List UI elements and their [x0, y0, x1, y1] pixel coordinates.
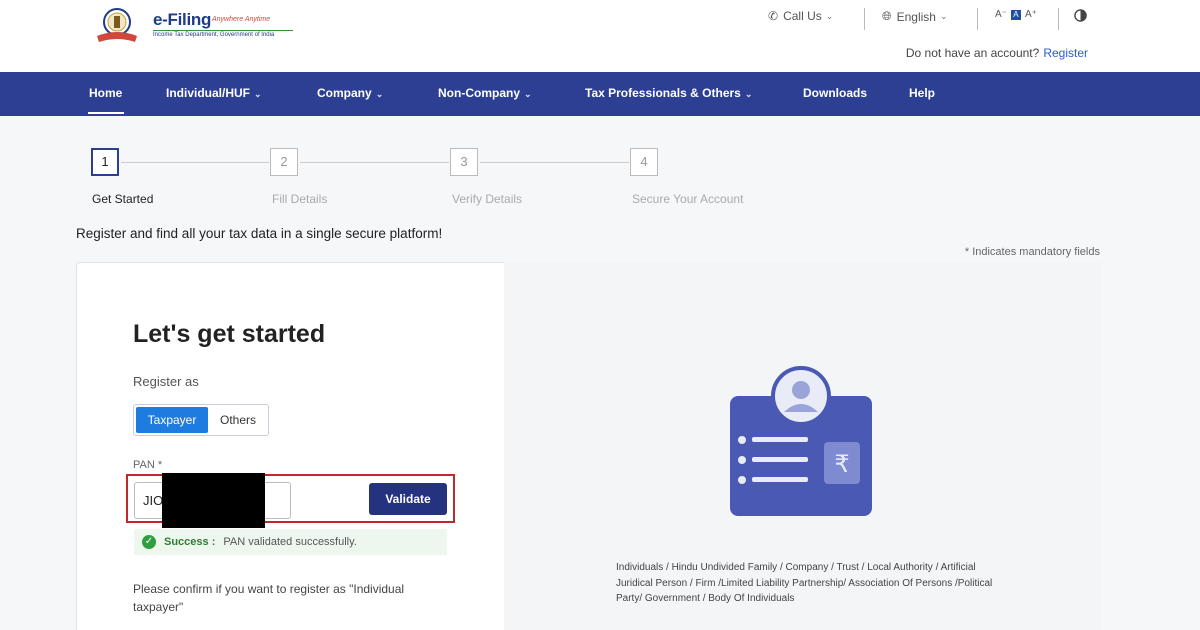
others-option[interactable]: Others — [210, 407, 266, 433]
redaction-block — [162, 473, 265, 528]
font-decrease-button[interactable]: A⁻ — [995, 9, 1007, 20]
main-nav: Home Individual/HUF ⌄ Company ⌄ Non-Compan… — [0, 72, 1200, 116]
brand-title: e-Filing — [153, 10, 212, 29]
taxpayer-option[interactable]: Taxpayer — [136, 407, 208, 433]
nav-individual-huf[interactable]: Individual/HUF ⌄ — [166, 86, 262, 100]
call-us-label: Call Us — [783, 9, 822, 23]
nav-help[interactable]: Help — [909, 86, 935, 100]
chevron-down-icon: ⌄ — [254, 89, 262, 99]
no-account-text: Do not have an account? — [905, 46, 1040, 60]
nav-downloads[interactable]: Downloads — [803, 86, 867, 100]
nav-home-label: Home — [89, 86, 123, 100]
contrast-toggle[interactable] — [1074, 9, 1087, 22]
page-title: Let's get started — [133, 320, 326, 348]
font-size-controls: A⁻ A A⁺ — [995, 9, 1037, 20]
svg-text:₹: ₹ — [834, 450, 849, 478]
success-message: ✓ Success : PAN validated successfully. — [134, 529, 447, 555]
mandatory-note: * Indicates mandatory fields — [964, 246, 1100, 258]
check-circle-icon: ✓ — [142, 535, 156, 549]
top-bar: e-Filing Anywhere Anytime Income Tax Dep… — [0, 0, 1200, 72]
chevron-down-icon: ⌄ — [744, 89, 753, 99]
brand-divider — [153, 30, 293, 31]
register-prompt: Do not have an account? Register — [906, 46, 1088, 60]
chevron-down-icon: ⌄ — [825, 10, 834, 21]
font-normal-button[interactable]: A — [1010, 9, 1021, 20]
nav-company-label: Company — [317, 86, 372, 100]
step-4-indicator: 4 — [630, 148, 658, 176]
step-connector — [300, 162, 449, 163]
confirm-text: Please confirm if you want to register a… — [133, 582, 405, 614]
success-text: PAN validated successfully. — [223, 536, 357, 548]
nav-tax-professionals[interactable]: Tax Professionals & Others ⌄ — [585, 86, 752, 100]
brand-subtitle: Income Tax Department, Government of Ind… — [153, 32, 275, 38]
font-increase-button[interactable]: A⁺ — [1025, 9, 1037, 20]
step-connector — [121, 162, 269, 163]
register-link[interactable]: Register — [1043, 46, 1088, 60]
entity-types-text: Individuals / Hindu Undivided Family / C… — [616, 562, 993, 604]
contrast-icon — [1074, 9, 1087, 22]
chevron-down-icon: ⌄ — [375, 89, 384, 99]
register-as-toggle: Taxpayer Others — [133, 404, 269, 436]
nav-downloads-label: Downloads — [803, 86, 868, 100]
phone-icon: ✆ — [768, 9, 779, 23]
chevron-down-icon: ⌄ — [524, 89, 532, 99]
nav-individual-huf-label: Individual/HUF — [166, 86, 250, 100]
step-connector — [480, 162, 629, 163]
globe-icon: 🌐︎ — [882, 9, 892, 23]
nav-non-company[interactable]: Non-Company ⌄ — [438, 86, 532, 100]
nav-home[interactable]: Home — [89, 86, 122, 100]
nav-tax-professionals-label: Tax Professionals & Others — [585, 86, 741, 100]
step-2-indicator: 2 — [270, 148, 298, 176]
nav-non-company-label: Non-Company — [438, 86, 520, 100]
divider — [1058, 8, 1059, 30]
register-as-label: Register as — [133, 374, 199, 389]
chevron-down-icon: ⌄ — [939, 11, 948, 21]
language-label: English — [896, 9, 936, 24]
divider — [864, 8, 865, 30]
intro-text: Register and find all your tax data in a… — [76, 226, 443, 241]
divider — [977, 8, 978, 30]
step-1-label: Get Started — [92, 192, 154, 206]
nav-help-label: Help — [909, 86, 936, 100]
step-4-label: Secure Your Account — [632, 192, 744, 206]
pan-label: PAN * — [133, 459, 163, 471]
success-label: Success : — [164, 536, 216, 548]
efiling-logo[interactable]: e-Filing Anywhere Anytime Income Tax Dep… — [95, 6, 295, 46]
nav-company[interactable]: Company ⌄ — [317, 86, 383, 100]
brand-tagline: Anywhere Anytime — [212, 16, 271, 23]
id-card-icon: ₹ — [730, 366, 872, 516]
emblem-icon — [97, 8, 137, 42]
step-3-indicator: 3 — [450, 148, 478, 176]
call-us-dropdown[interactable]: ✆ Call Us ⌄ — [768, 9, 833, 23]
nav-active-indicator — [88, 112, 124, 114]
validate-button[interactable]: Validate — [369, 483, 447, 515]
step-1-indicator: 1 — [91, 148, 119, 176]
language-dropdown[interactable]: 🌐︎ English ⌄ — [882, 9, 948, 24]
step-2-label: Fill Details — [272, 192, 328, 206]
step-3-label: Verify Details — [452, 192, 523, 206]
